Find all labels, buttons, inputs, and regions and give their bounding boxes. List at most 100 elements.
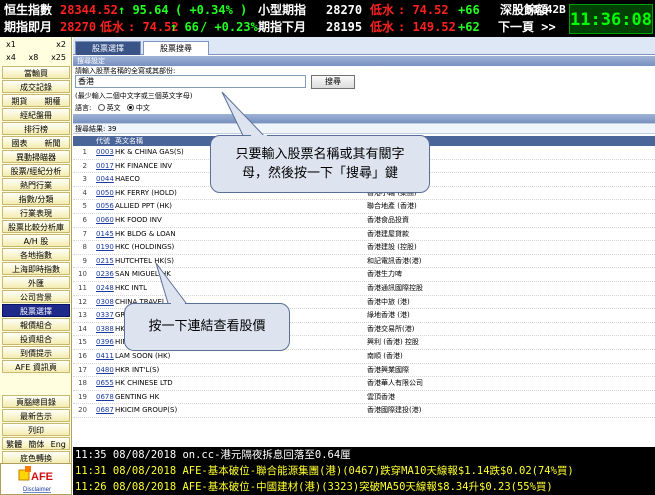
sidebar-btn-directory[interactable]: 頁腦總目錄 <box>2 395 70 408</box>
sidebar-btn-print[interactable]: 列印 <box>2 423 70 436</box>
stock-code-link[interactable]: 0687 <box>96 404 114 417</box>
charts-label[interactable]: 國表 <box>12 137 28 148</box>
stock-code-link[interactable]: 0480 <box>96 364 114 377</box>
table-row: 7 0145 HK BLDG & LOAN 香港建屋貸款 <box>73 228 655 242</box>
futures-next-tag: 低水 <box>370 20 395 34</box>
chinese-name: 和記電訊香港(港) <box>367 256 422 265</box>
futures-label[interactable]: 期貨 <box>12 95 28 106</box>
stock-code-link[interactable]: 0060 <box>96 214 114 227</box>
market-ticker: 恒生指數 28344.52 ↑ 95.64 ( +0.34% ) 小型期指 28… <box>0 0 655 37</box>
disclaimer-link[interactable]: Disclaimer <box>23 487 51 493</box>
sidebar-btn-compare[interactable]: 股票比較分析庫 <box>2 220 70 233</box>
sidebar-btn-industry-performance[interactable]: 行業表現 <box>2 206 70 219</box>
results-count: 搜尋結果: 39 <box>73 123 655 134</box>
stock-code-link[interactable]: 0050 <box>96 187 114 200</box>
row-number: 14 <box>78 324 87 333</box>
search-input[interactable] <box>75 75 306 88</box>
sidebar-btn-shanghai[interactable]: 上海即時指數 <box>2 262 70 275</box>
sidebar-btn-company[interactable]: 公司背景 <box>2 290 70 303</box>
news-item-2[interactable]: 11:31 08/08/2018 AFE-基本破位-聯合能源集團(港)(0467… <box>73 463 655 479</box>
col-code-header: 代號 <box>96 137 110 145</box>
chinese-name: 香港興業國際 <box>367 365 409 374</box>
english-name: HK FINANCE INV <box>115 161 173 170</box>
english-name: SAN MIGUEL HK <box>115 270 171 279</box>
stock-code-link[interactable]: 0145 <box>96 228 114 241</box>
english-radio[interactable] <box>97 104 105 111</box>
stock-code-link[interactable]: 0248 <box>96 282 114 295</box>
stock-code-link[interactable]: 0337 <box>96 309 114 322</box>
lang-english[interactable]: Eng <box>51 438 66 449</box>
sidebar-btn-investment-portfolio[interactable]: 投資組合 <box>2 332 70 345</box>
sidebar-btn-quotes[interactable]: 當輸買 <box>2 66 70 79</box>
sidebar-btn-indices[interactable]: 指數/分類 <box>2 192 70 205</box>
sidebar-btn-quote-portfolio[interactable]: 報價組合 <box>2 318 70 331</box>
sidebar-btn-price-alert[interactable]: 到價提示 <box>2 346 70 359</box>
mini-futures-label: 小型期指 <box>258 3 307 17</box>
futures-next-diff: : 149.52 <box>398 20 456 34</box>
sidebar-btn-world-indices[interactable]: 各地指數 <box>2 248 70 261</box>
sidebar-btn-trades[interactable]: 成交記錄 <box>2 80 70 93</box>
zoom-x4[interactable]: x4 <box>6 51 16 64</box>
stock-code-link[interactable]: 0215 <box>96 255 114 268</box>
stock-code-link[interactable]: 0044 <box>96 173 114 186</box>
row-number: 9 <box>82 256 87 265</box>
lang-traditional[interactable]: 繁體 <box>6 438 22 449</box>
afe-logo[interactable]: AFE Disclaimer <box>0 463 72 495</box>
options-label[interactable]: 期權 <box>45 95 61 106</box>
stock-code-link[interactable]: 0190 <box>96 241 114 254</box>
lang-simplified[interactable]: 簡体 <box>28 438 44 449</box>
stock-code-link[interactable]: 0655 <box>96 377 114 390</box>
sidebar-btn-brokers[interactable]: 經紀盤冊 <box>2 108 70 121</box>
sidebar-btn-scanner[interactable]: 異動掃瞄器 <box>2 150 70 163</box>
tab-stock-search[interactable]: 股票搜尋 <box>143 41 209 55</box>
chinese-name: 香港建設 (控股) <box>367 243 417 252</box>
stock-code-link[interactable]: 0236 <box>96 268 114 281</box>
stock-code-link[interactable]: 0388 <box>96 323 114 336</box>
stock-code-link[interactable]: 0308 <box>96 296 114 309</box>
sidebar-btn-futures-options[interactable]: 期貨 期權 <box>2 94 70 107</box>
news-item-3[interactable]: 11:26 08/08/2018 AFE-基本破位-中國建材(港)(3323)突… <box>73 479 655 495</box>
sidebar-btn-stock-select[interactable]: 股票選擇 <box>2 304 70 317</box>
zoom-x8[interactable]: x8 <box>29 51 39 64</box>
english-name: HK BLDG & LOAN <box>115 229 176 238</box>
stock-code-link[interactable]: 0678 <box>96 391 114 404</box>
english-radio-label[interactable]: 英文 <box>107 104 121 112</box>
chinese-radio-label[interactable]: 中文 <box>136 104 150 112</box>
sidebar-btn-forex[interactable]: 外匯 <box>2 276 70 289</box>
sidebar-btn-hot-industries[interactable]: 熱門行業 <box>2 178 70 191</box>
row-number: 13 <box>78 311 87 320</box>
language-label: 語言: <box>75 104 92 112</box>
chinese-name: 香港華人有限公司 <box>367 379 423 388</box>
mini-futures-value: 28270 <box>326 3 363 17</box>
language-switch[interactable]: 繁體 簡体 Eng <box>2 437 70 450</box>
futures-next-label: 期指下月 <box>258 20 307 34</box>
news-label[interactable]: 新聞 <box>45 137 61 148</box>
zoom-row-2: x4 x8 x25 <box>0 51 72 64</box>
table-row: 6 0060 HK FOOD INV 香港食品投資 <box>73 214 655 228</box>
chinese-radio[interactable] <box>126 104 134 111</box>
hsi-change: ↑ 95.64 <box>118 3 169 17</box>
stock-code-link[interactable]: 0003 <box>96 146 114 159</box>
chinese-name: 興利 (香港) 控股 <box>367 338 419 347</box>
sidebar-btn-afe-info[interactable]: AFE 資訊頁 <box>2 360 70 373</box>
sidebar-btn-notices[interactable]: 最新告示 <box>2 409 70 422</box>
news-item-1[interactable]: 11:35 08/08/2018 on.cc-港元隔夜拆息回落至0.64厘 <box>73 447 655 463</box>
sz-balance-value: 51.42B <box>526 3 566 16</box>
tab-stock-select[interactable]: 股票選擇 <box>75 41 141 55</box>
next-page-link[interactable]: 下一頁 >> <box>498 18 556 36</box>
sidebar-btn-stock-analysis[interactable]: 股票/經紀分析 <box>2 164 70 177</box>
zoom-x25[interactable]: x25 <box>51 51 66 64</box>
stock-code-link[interactable]: 0017 <box>96 160 114 173</box>
sidebar-btn-rankings[interactable]: 排行榜 <box>2 122 70 135</box>
stock-code-link[interactable]: 0411 <box>96 350 114 363</box>
zoom-x2[interactable]: x2 <box>56 38 66 51</box>
search-button[interactable]: 搜尋 <box>311 75 355 89</box>
zoom-x1[interactable]: x1 <box>6 38 16 51</box>
stock-code-link[interactable]: 0396 <box>96 336 114 349</box>
english-name: GENTING HK <box>115 392 160 401</box>
sidebar-btn-charts-news[interactable]: 國表 新聞 <box>2 136 70 149</box>
logo-brand: AFE <box>31 471 53 483</box>
stock-code-link[interactable]: 0056 <box>96 200 114 213</box>
row-number: 11 <box>78 283 87 292</box>
sidebar-btn-ah-shares[interactable]: A/H 股 <box>2 234 70 247</box>
